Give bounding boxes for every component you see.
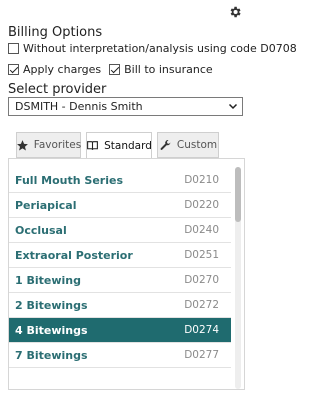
list-item-name: 7 Bitewings [15,348,88,362]
star-icon [16,139,29,152]
bill-to-insurance-box[interactable] [109,64,121,75]
without-interpretation-box[interactable] [8,43,19,54]
without-interpretation-row: Without interpretation/analysis using co… [8,42,305,55]
wrench-icon [159,139,172,152]
list-item-code: D0270 [184,274,219,286]
list-item-code: D0277 [184,349,219,361]
list-item[interactable]: 1 Bitewing D0270 [9,268,231,293]
tab-favorites[interactable]: Favorites [16,132,81,158]
apply-charges-box[interactable] [8,64,19,75]
tab-standard[interactable]: Standard [86,132,152,159]
bill-to-insurance-checkbox[interactable]: Bill to insurance [109,63,213,76]
list-item[interactable]: Full Mouth Series D0210 [9,168,231,193]
list-scrollbar[interactable] [235,167,241,389]
list-item-selected[interactable]: 4 Bitewings D0274 [9,318,231,343]
provider-select[interactable]: DSMITH - Dennis Smith [8,97,243,116]
list-scroll-thumb[interactable] [235,167,241,222]
list-item-code: D0274 [184,324,219,336]
list-item[interactable]: 7 Bitewings D0277 [9,343,231,368]
apply-charges-label: Apply charges [23,63,102,76]
tab-favorites-label: Favorites [33,139,82,151]
list-item-code: D0220 [184,199,219,211]
provider-select-value: DSMITH - Dennis Smith [15,100,143,113]
without-interpretation-label: Without interpretation/analysis using co… [23,42,297,55]
tab-standard-label: Standard [104,139,152,152]
tab-custom-label: Custom [176,139,218,151]
list-item[interactable]: Occlusal D0240 [9,218,231,243]
list-item-code: D0240 [184,224,219,236]
list-item-name: Periapical [15,198,77,212]
list-item-code: D0251 [184,249,219,261]
list-item-name: Occlusal [15,223,67,237]
bill-to-insurance-label: Bill to insurance [124,63,213,76]
list-item-code: D0210 [184,174,219,186]
select-provider-title: Select provider [8,82,107,97]
procedure-tabs: Favorites Standard Custom [16,132,224,159]
tab-custom[interactable]: Custom [157,132,219,158]
list-item-name: 4 Bitewings [15,323,88,337]
procedure-list: Full Mouth Series D0210 Periapical D0220… [9,168,231,368]
list-item[interactable]: Periapical D0220 [9,193,231,218]
list-item[interactable]: Extraoral Posterior D0251 [9,243,231,268]
list-item-name: 1 Bitewing [15,273,81,287]
list-item[interactable]: 2 Bitewings D0272 [9,293,231,318]
list-item-name: Extraoral Posterior [15,248,133,262]
without-interpretation-checkbox[interactable]: Without interpretation/analysis using co… [8,42,297,55]
procedure-list-panel: Full Mouth Series D0210 Periapical D0220… [8,158,245,390]
apply-charges-checkbox[interactable]: Apply charges [8,63,101,76]
list-item-name: 2 Bitewings [15,298,88,312]
settings-gear-icon[interactable] [228,5,242,19]
book-icon [86,139,99,152]
charges-row: Apply charges Bill to insurance [8,63,221,76]
list-item-code: D0272 [184,299,219,311]
chevron-down-icon [228,101,238,111]
billing-options-title: Billing Options [8,25,103,40]
list-item-name: Full Mouth Series [15,173,124,187]
